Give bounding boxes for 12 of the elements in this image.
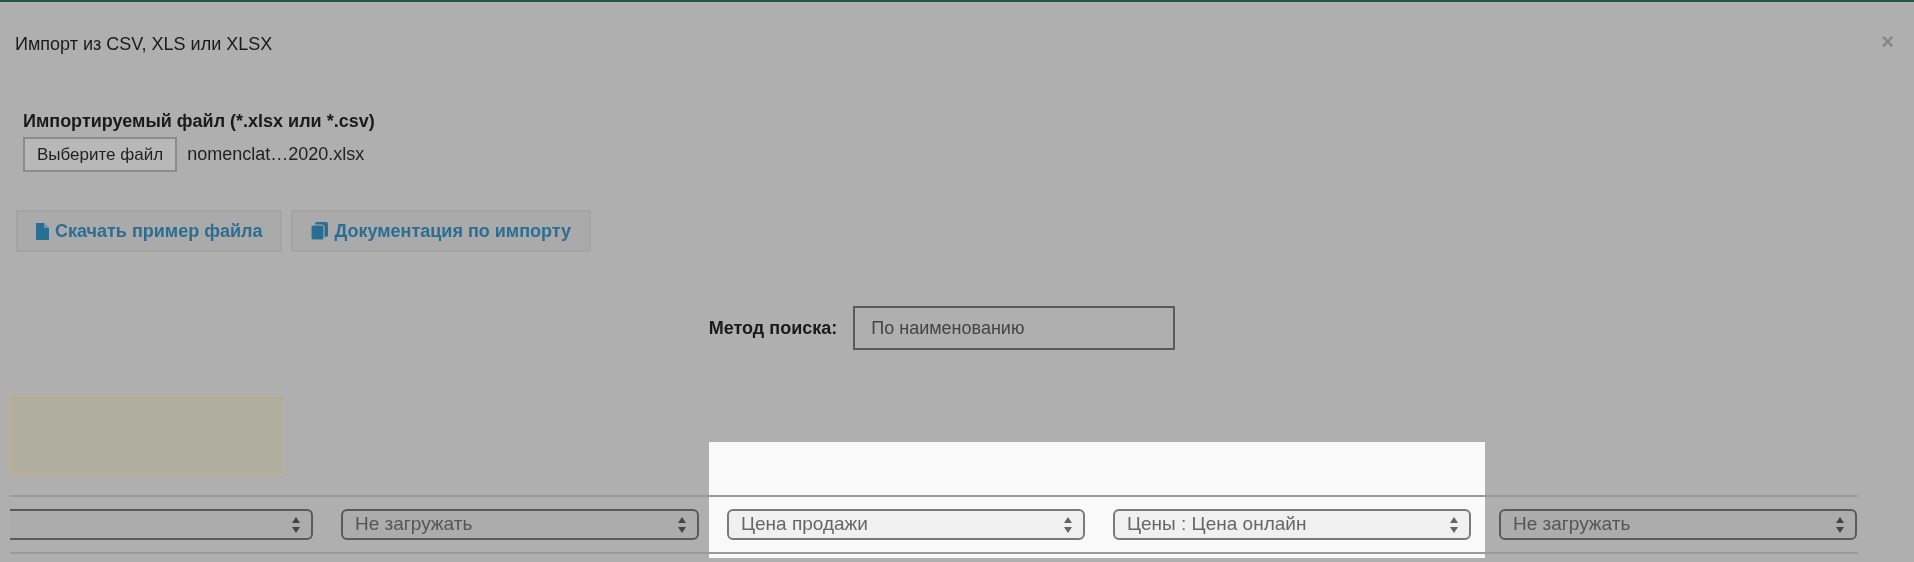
link-button[interactable]: Документация по импорту xyxy=(291,210,592,252)
column-select[interactable]: Цена продажи xyxy=(727,509,1085,540)
file-label: Импортируемый файл (*.xlsx или *.csv) xyxy=(23,110,376,133)
search-method-select[interactable]: По наименованию xyxy=(853,306,1176,350)
column-select[interactable]: Цены : Цена онлайн xyxy=(1113,509,1471,540)
file-name: nomenclat…2020.xlsx xyxy=(187,143,365,166)
search-method-label: Метод поиска: xyxy=(708,316,838,340)
column-select[interactable]: Не загружать xyxy=(341,509,699,540)
link-button[interactable]: Скачать пример файла xyxy=(16,210,283,252)
dialog-title: Импорт из CSV, XLS или XLSX xyxy=(15,33,273,56)
column-select[interactable]: Не загружать xyxy=(1499,509,1857,540)
choose-file-button[interactable]: Выберите файл xyxy=(23,137,178,172)
